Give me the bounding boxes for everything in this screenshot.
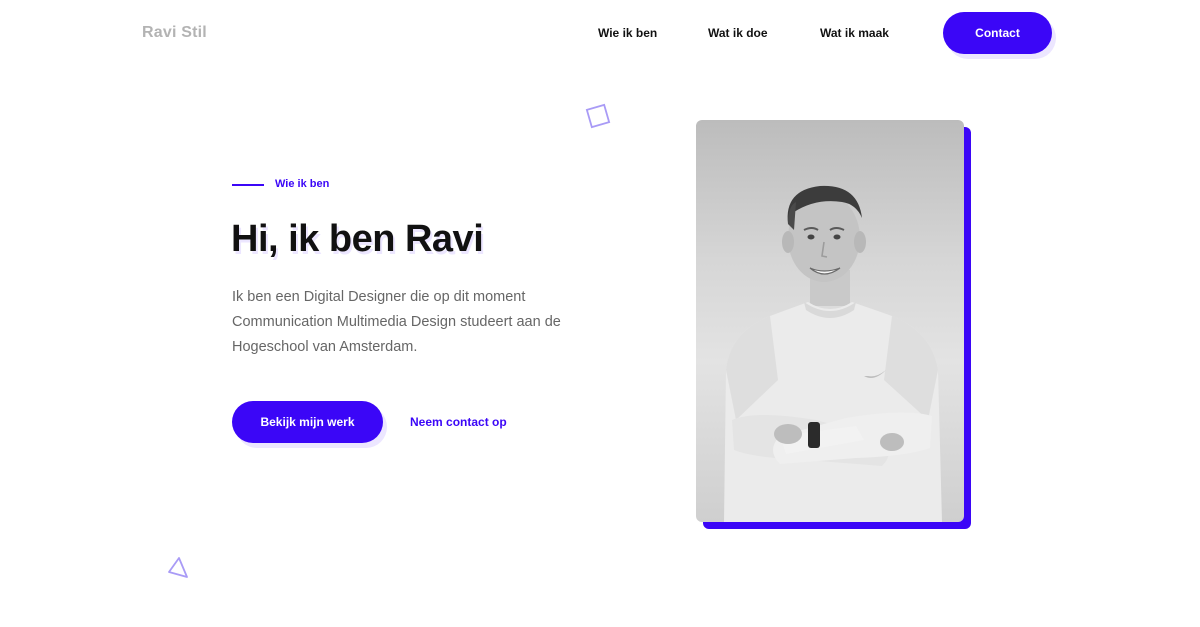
view-work-button[interactable]: Bekijk mijn werk [232, 401, 383, 443]
hero-description: Ik ben een Digital Designer die op dit m… [232, 289, 561, 355]
hero-title: Hi, ik ben Ravi [231, 218, 484, 260]
contact-button[interactable]: Contact [943, 12, 1052, 54]
eyebrow-line [232, 184, 264, 186]
nav-wat-ik-maak[interactable]: Wat ik maak [820, 26, 889, 40]
contact-link[interactable]: Neem contact op [410, 415, 507, 429]
portrait-photo [696, 120, 964, 522]
logo[interactable]: Ravi Stil [142, 24, 207, 42]
page: Ravi Stil Wie ik ben Wat ik doe Wat ik m… [0, 0, 1200, 627]
nav-wat-ik-doe[interactable]: Wat ik doe [708, 26, 768, 40]
eyebrow-label: Wie ik ben [275, 178, 330, 190]
square-outline-icon [584, 102, 612, 135]
nav-wie-ik-ben[interactable]: Wie ik ben [598, 26, 657, 40]
triangle-outline-icon [166, 556, 192, 587]
